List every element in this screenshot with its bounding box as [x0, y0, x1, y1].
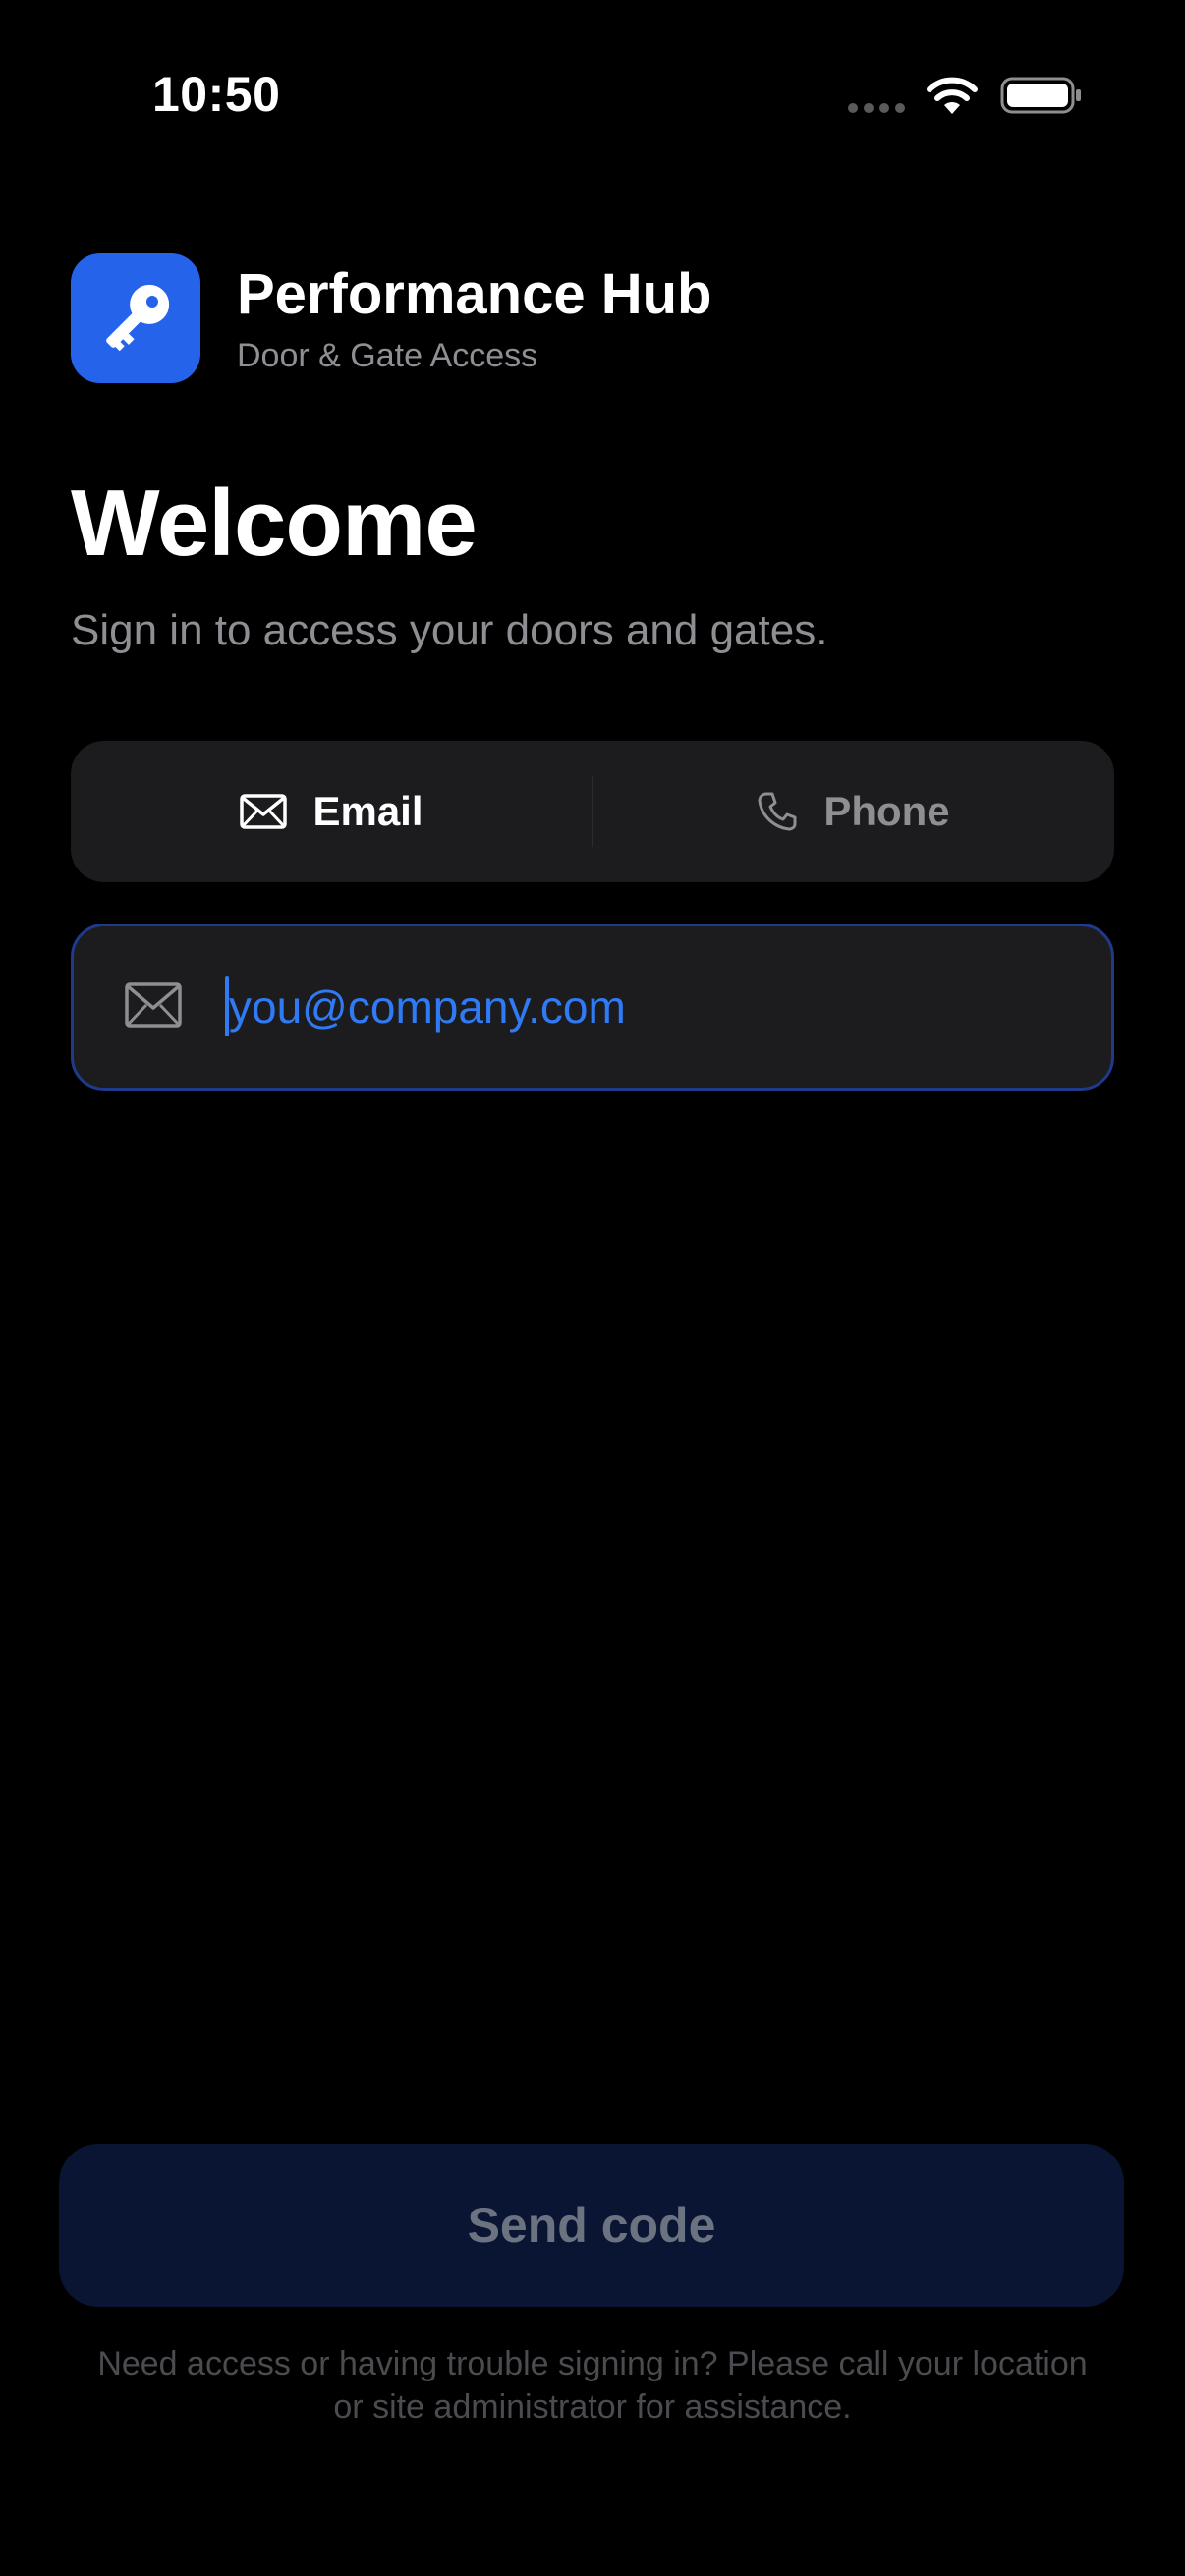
app-logo: [71, 253, 200, 383]
email-input[interactable]: [223, 966, 1074, 1048]
email-field[interactable]: [71, 924, 1114, 1091]
app-subtitle: Door & Gate Access: [237, 337, 538, 374]
envelope-icon: [240, 794, 288, 829]
tab-email-label: Email: [312, 788, 423, 834]
sign-in-method-toggle: Email Phone: [71, 741, 1114, 882]
key-icon: [106, 284, 170, 352]
tab-phone-label: Phone: [823, 788, 950, 834]
page-subtitle: Sign in to access your doors and gates.: [71, 606, 828, 654]
help-text: Need access or having trouble signing in…: [97, 2345, 1088, 2426]
text-cursor: [225, 976, 229, 1036]
send-code-button[interactable]: Send code: [59, 2144, 1124, 2307]
app-title: Performance Hub: [237, 262, 712, 326]
envelope-icon: [125, 982, 182, 1028]
wifi-icon: [927, 77, 978, 114]
tab-email[interactable]: Email: [71, 741, 592, 882]
page-title: Welcome: [71, 471, 478, 576]
cellular-dots-icon: [848, 103, 905, 113]
phone-icon: [758, 792, 797, 831]
tab-phone[interactable]: Phone: [592, 741, 1114, 882]
status-time: 10:50: [152, 67, 281, 122]
battery-icon: [1000, 77, 1081, 114]
